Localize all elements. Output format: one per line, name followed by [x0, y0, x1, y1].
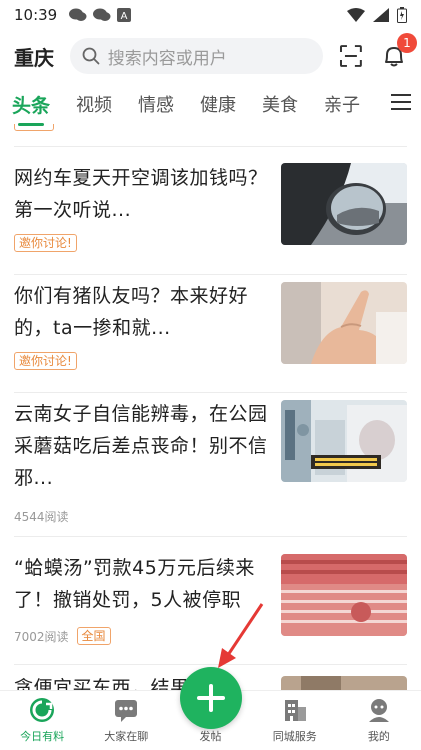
region-tag: 全国 — [76, 627, 111, 645]
home-icon — [30, 698, 55, 722]
divider — [14, 536, 407, 537]
read-count: 7002阅读 — [14, 629, 69, 644]
list-item[interactable]: 你们有猪队友吗？本来好好的，ta一掺和就... 邀你讨论! — [14, 280, 407, 390]
tab-emotion[interactable]: 情感 — [138, 91, 174, 117]
article-meta: 7002阅读 全国 — [14, 627, 111, 645]
tab-food[interactable]: 美食 — [262, 91, 298, 117]
wechat-icon — [69, 8, 87, 21]
article-title[interactable]: 云南女子自信能辨毒，在公园采蘑菇吃后差点丧命！别不信邪... — [14, 398, 269, 494]
category-tabs: 头条 视频 情感 健康 美食 亲子 — [0, 86, 421, 126]
car-mirror-image[interactable] — [281, 163, 407, 245]
banknotes-image[interactable] — [281, 554, 407, 636]
tab-health[interactable]: 健康 — [200, 91, 236, 117]
divider — [14, 274, 407, 275]
tab-parenting[interactable]: 亲子 — [324, 91, 360, 117]
article-title[interactable]: 网约车夏天开空调该加钱吗？第一次听说... — [14, 162, 269, 226]
plus-icon — [197, 684, 225, 712]
nav-post-label: 发帖 — [199, 730, 222, 743]
tab-headlines[interactable]: 头条 — [12, 91, 50, 126]
partial-tag — [14, 124, 54, 131]
nav-chat[interactable]: 大家在聊 — [84, 691, 168, 750]
nav-profile-label: 我的 — [367, 730, 390, 743]
post-button[interactable] — [180, 667, 242, 729]
search-input[interactable]: 搜索内容或用户 — [69, 38, 324, 74]
status-bar: 10:39 A — [0, 0, 421, 30]
discussion-tag: 邀你讨论! — [14, 352, 77, 370]
nav-home[interactable]: 今日有料 — [0, 691, 84, 750]
hospital-image[interactable] — [281, 400, 407, 482]
wifi-icon — [347, 8, 365, 22]
pointing-finger-image[interactable] — [281, 282, 407, 364]
building-icon — [284, 700, 306, 721]
status-time: 10:39 — [14, 6, 58, 24]
nav-local-label: 同城服务 — [272, 730, 317, 743]
top-header: 重庆 搜索内容或用户 1 — [0, 33, 421, 76]
keyboard-a-icon: A — [117, 8, 132, 22]
news-feed[interactable]: 网约车夏天开空调该加钱吗？第一次听说... 邀你讨论! 你们有猪队友吗？本来好好… — [0, 124, 421, 690]
divider — [14, 146, 407, 147]
list-item[interactable]: 云南女子自信能辨毒，在公园采蘑菇吃后差点丧命！别不信邪... 4544阅读 — [14, 398, 407, 528]
tabs-menu-icon[interactable] — [391, 94, 411, 112]
article-title[interactable]: “蛤蟆汤”罚款45万元后续来了！撤销处罚，5人被停职 — [14, 552, 269, 616]
nav-local-services[interactable]: 同城服务 — [253, 691, 337, 750]
article-meta: 邀你讨论! — [14, 234, 77, 252]
battery-icon — [397, 7, 407, 23]
chat-icon — [115, 700, 138, 722]
signal-icon — [373, 8, 389, 22]
tab-video[interactable]: 视频 — [76, 91, 112, 117]
partial-image[interactable] — [281, 676, 407, 690]
scan-icon[interactable] — [339, 44, 363, 68]
search-icon — [82, 47, 100, 65]
list-item[interactable]: “蛤蟆汤”罚款45万元后续来了！撤销处罚，5人被停职 7002阅读 全国 — [14, 552, 407, 662]
article-meta: 4544阅读 — [14, 508, 69, 525]
article-title[interactable]: 你们有猪队友吗？本来好好的，ta一掺和就... — [14, 280, 269, 344]
nav-chat-label: 大家在聊 — [104, 730, 149, 743]
article-meta: 邀你讨论! — [14, 352, 77, 370]
read-count: 4544阅读 — [14, 510, 69, 524]
wechat-icon — [93, 8, 111, 21]
divider — [14, 664, 407, 665]
divider — [14, 392, 407, 393]
nav-home-label: 今日有料 — [20, 730, 65, 743]
search-placeholder: 搜索内容或用户 — [107, 48, 227, 69]
notification-badge: 1 — [397, 33, 417, 53]
notification-button[interactable]: 1 — [381, 33, 417, 69]
discussion-tag: 邀你讨论! — [14, 234, 77, 252]
city-selector[interactable]: 重庆 — [14, 42, 58, 71]
svg-text:A: A — [121, 11, 128, 22]
user-icon — [368, 699, 389, 722]
list-item[interactable]: 网约车夏天开空调该加钱吗？第一次听说... 邀你讨论! — [14, 162, 407, 272]
nav-profile[interactable]: 我的 — [337, 691, 421, 750]
